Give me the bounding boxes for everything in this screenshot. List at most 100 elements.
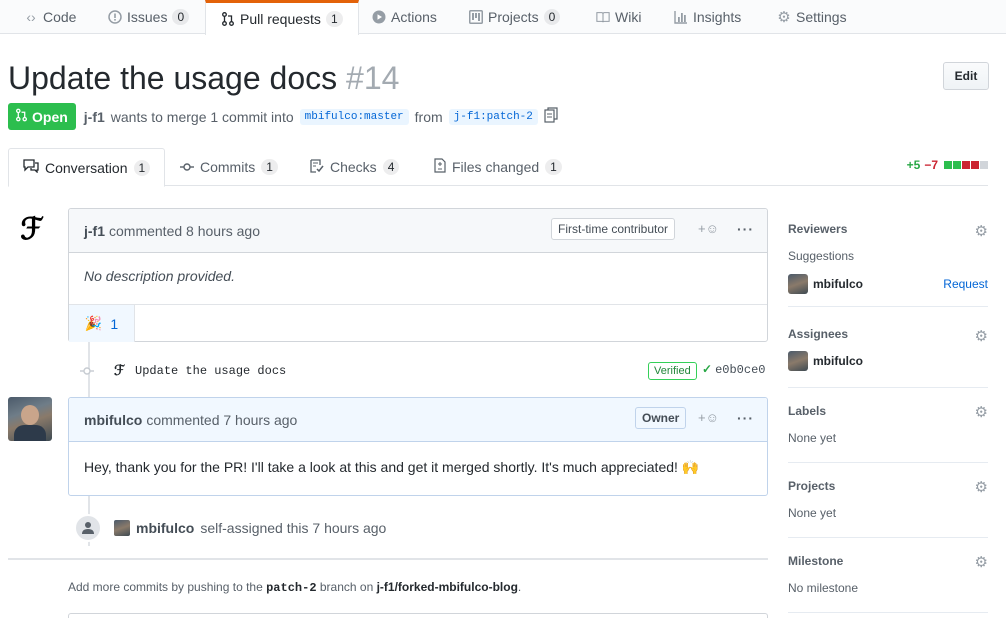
merge-note-suffix: . [517, 580, 522, 594]
pull-request-icon [221, 12, 235, 26]
tab-counter: 4 [382, 159, 400, 175]
avatar[interactable] [8, 397, 52, 441]
tab-label: Checks [330, 159, 377, 175]
file-diff-icon [434, 158, 446, 176]
comment-meta[interactable]: commented 7 hours ago [146, 412, 297, 428]
commit-message[interactable]: Update the usage docs [135, 364, 286, 378]
labels-heading[interactable]: Labels [788, 404, 826, 418]
pulls-counter: 1 [325, 11, 343, 27]
verified-badge[interactable]: Verified [648, 362, 697, 380]
copy-icon[interactable] [544, 107, 558, 126]
avatar[interactable] [114, 520, 130, 536]
checklist-icon [310, 158, 324, 176]
more-options-icon[interactable]: ··· [737, 410, 754, 426]
repo-nav: ‹› Code Issues 0 Pull requests 1 Actions… [0, 0, 1006, 35]
tab-counter: 1 [261, 159, 278, 175]
tab-label: Actions [391, 9, 437, 25]
additions-count: +5 [906, 158, 921, 172]
assignee[interactable]: mbifulco [788, 351, 863, 371]
add-reaction-icon[interactable]: +☺ [698, 410, 719, 425]
tab-actions[interactable]: Actions [372, 0, 437, 34]
head-branch[interactable]: j-f1:patch-2 [448, 108, 538, 125]
suggestions-label: Suggestions [788, 249, 855, 263]
merge-note: Add more commits by pushing to the patch… [68, 580, 521, 595]
tab-label: Insights [693, 9, 742, 25]
gear-icon[interactable]: ⚙ [975, 327, 988, 345]
gear-icon[interactable]: ⚙ [975, 553, 988, 571]
diffstat-block [980, 161, 988, 169]
assignee-name: mbifulco [813, 354, 863, 368]
comment-meta[interactable]: commented 8 hours ago [109, 223, 260, 239]
add-reaction-icon[interactable]: +☺ [698, 221, 719, 236]
tab-label: Issues [127, 9, 168, 25]
tab-label: Pull requests [240, 11, 321, 27]
tab-projects[interactable]: Projects 0 [469, 0, 561, 34]
branch-name: patch-2 [266, 581, 317, 595]
reviewers-heading[interactable]: Reviewers [788, 222, 847, 236]
gear-icon[interactable]: ⚙ [975, 403, 988, 421]
tab-label: Conversation [45, 159, 128, 176]
diffstat-block [944, 161, 952, 169]
pr-status-row: Open j-f1 wants to merge 1 commit into m… [8, 103, 558, 130]
reviewer-suggestion[interactable]: mbifulco [788, 274, 863, 294]
owner-badge: Owner [635, 407, 687, 429]
milestone-heading[interactable]: Milestone [788, 554, 843, 568]
tab-insights[interactable]: Insights [674, 0, 741, 34]
tab-pull-requests[interactable]: Pull requests 1 [205, 0, 359, 35]
tab-label: Code [43, 9, 77, 25]
comment-author[interactable]: j-f1 [84, 223, 105, 239]
pr-author-link[interactable]: j-f1 [84, 109, 105, 125]
assignees-heading[interactable]: Assignees [788, 327, 848, 341]
repo-link[interactable]: j-f1/forked-mbifulco-blog [377, 580, 518, 594]
diffstat-block [971, 161, 979, 169]
base-branch[interactable]: mbifulco:master [299, 108, 409, 125]
status-badge: Open [8, 103, 76, 130]
avatar[interactable]: ℱ [14, 212, 50, 248]
pr-title-text: Update the usage docs [8, 60, 338, 96]
avatar [788, 351, 808, 371]
code-icon: ‹› [26, 9, 36, 25]
commit-sha[interactable]: ✓ e0b0ce0 [702, 362, 765, 378]
gear-icon[interactable]: ⚙ [975, 478, 988, 496]
commit-icon [180, 159, 194, 175]
comment-header: j-f1 commented 8 hours ago First-time co… [69, 209, 767, 253]
more-options-icon[interactable]: ··· [737, 221, 754, 237]
request-review-link[interactable]: Request [943, 277, 988, 291]
projects-value: None yet [788, 506, 837, 520]
reaction-count: 1 [110, 315, 119, 332]
page-title: Update the usage docs #14 [8, 60, 399, 97]
divider [8, 558, 768, 560]
labels-value: None yet [788, 431, 837, 445]
tab-settings[interactable]: ⚙ Settings [777, 0, 846, 34]
tab-label: Wiki [615, 9, 642, 25]
tab-checks[interactable]: Checks 4 [310, 148, 400, 186]
reaction-button[interactable]: 🎉 1 [69, 305, 135, 342]
event-text: self-assigned this 7 hours ago [200, 520, 387, 536]
tab-label: Commits [200, 159, 256, 175]
tab-conversation[interactable]: Conversation 1 [8, 148, 166, 187]
tab-label: Files changed [452, 159, 540, 175]
tab-issues[interactable]: Issues 0 [108, 0, 190, 34]
commit-author-avatar[interactable]: ℱ [114, 363, 125, 379]
tab-commits[interactable]: Commits 1 [180, 148, 278, 186]
commit-row: ℱ Update the usage docs Verified ✓ e0b0c… [80, 360, 768, 382]
comment: j-f1 commented 8 hours ago First-time co… [68, 208, 768, 342]
deletions-count: −7 [924, 158, 938, 172]
comment-author[interactable]: mbifulco [84, 412, 142, 428]
event-actor[interactable]: mbifulco [136, 520, 194, 536]
tab-counter: 1 [545, 159, 562, 175]
first-time-contributor-badge: First-time contributor [551, 218, 676, 240]
timeline-event: mbifulco self-assigned this 7 hours ago [74, 513, 386, 543]
projects-heading[interactable]: Projects [788, 479, 835, 493]
tab-code[interactable]: ‹› Code [24, 0, 76, 34]
person-icon [74, 514, 102, 542]
book-icon [596, 10, 610, 24]
projects-counter: 0 [543, 9, 561, 25]
gear-icon[interactable]: ⚙ [975, 222, 988, 240]
tab-wiki[interactable]: Wiki [596, 0, 641, 34]
pr-number: #14 [346, 60, 400, 96]
edit-button[interactable]: Edit [943, 62, 989, 90]
tab-files-changed[interactable]: Files changed 1 [434, 148, 562, 186]
merge-note-prefix: Add more commits by pushing to the [68, 580, 263, 594]
projects-section: Projects ⚙ None yet [788, 469, 988, 538]
